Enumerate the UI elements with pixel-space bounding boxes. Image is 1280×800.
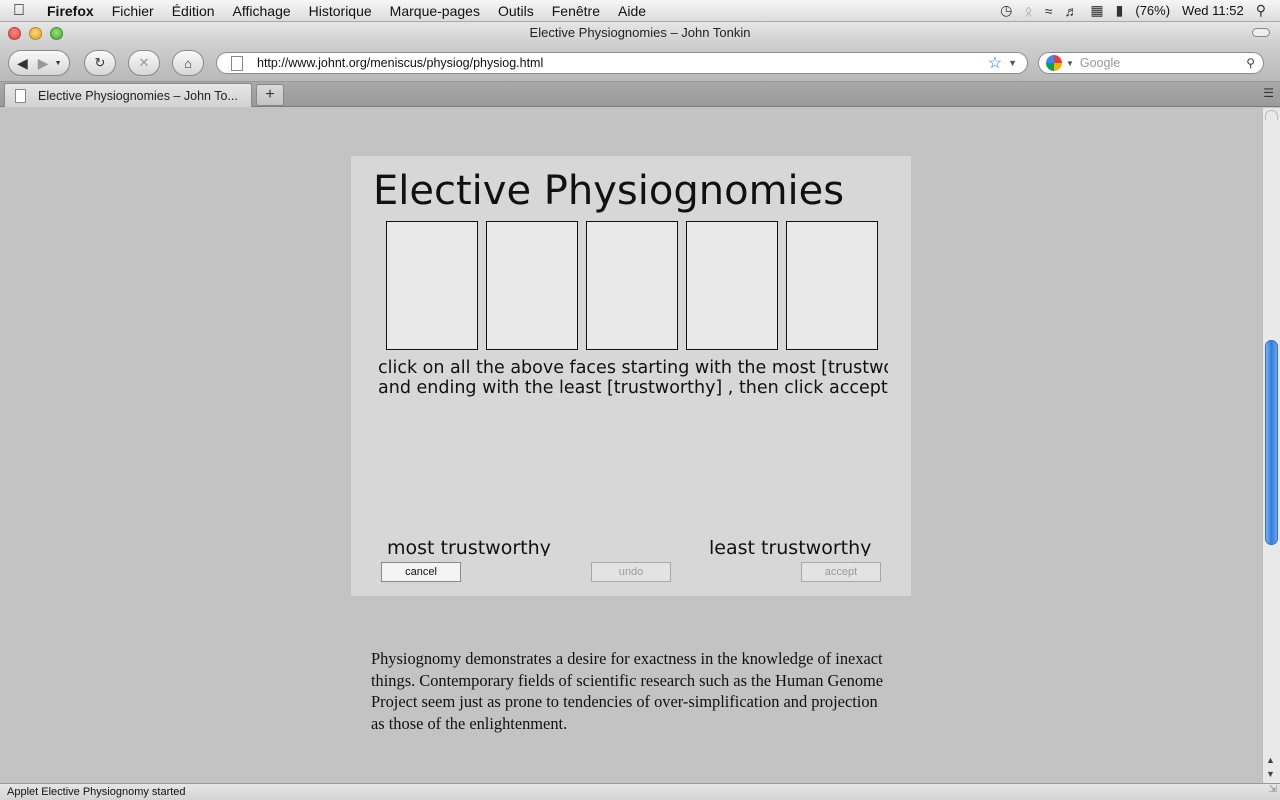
applet-title: Elective Physiognomies: [373, 168, 845, 214]
menu-fichier[interactable]: Fichier: [103, 3, 163, 19]
history-dropdown-icon[interactable]: ▼: [55, 60, 62, 67]
scroll-down-arrow-icon[interactable]: ▼: [1266, 769, 1275, 779]
back-forward-buttons: ◀ ▶ ▼: [8, 50, 70, 76]
java-applet: Elective Physiognomies click on all the …: [351, 156, 911, 596]
search-input[interactable]: Google: [1080, 56, 1246, 70]
volume-icon[interactable]: ♬: [1064, 3, 1078, 19]
instructions-line-2: and ending with the least [trustworthy] …: [378, 378, 888, 398]
scroll-up-arrow-icon[interactable]: ▲: [1266, 755, 1275, 765]
tab-page-icon: [15, 88, 26, 103]
page-icon: [231, 55, 243, 71]
apple-menu-icon[interactable]: : [0, 2, 38, 20]
menu-bar:  Firefox Fichier Édition Affichage Hist…: [0, 0, 1280, 22]
time-machine-icon[interactable]: ◷: [1000, 2, 1012, 19]
cancel-button[interactable]: cancel: [381, 562, 461, 582]
window-minimize-button[interactable]: [29, 27, 42, 40]
search-icon[interactable]: ⚲: [1246, 56, 1255, 70]
home-button[interactable]: ⌂: [172, 50, 204, 76]
stop-button[interactable]: ✕: [128, 50, 160, 76]
menu-aide[interactable]: Aide: [609, 3, 655, 19]
plus-icon: +: [265, 86, 275, 103]
forward-arrow-icon[interactable]: ▶: [38, 55, 49, 72]
url-text[interactable]: http://www.johnt.org/meniscus/physiog/ph…: [257, 56, 988, 70]
home-icon: ⌂: [184, 55, 192, 71]
url-bar[interactable]: http://www.johnt.org/meniscus/physiog/ph…: [216, 52, 1028, 74]
window-title-bar: Elective Physiognomies – John Tonkin: [0, 22, 1280, 44]
undo-button[interactable]: undo: [591, 562, 671, 582]
bookmark-star-icon[interactable]: ☆: [988, 53, 1002, 73]
label-least-trustworthy: least trustworthy: [709, 537, 872, 556]
face-photo[interactable]: [686, 221, 778, 350]
scrollbar-track-cap: [1265, 110, 1278, 120]
list-all-tabs-icon[interactable]: ☰: [1263, 86, 1274, 100]
accept-button[interactable]: accept: [801, 562, 881, 582]
face-photo[interactable]: [386, 221, 478, 350]
status-text: Applet Elective Physiognomy started: [7, 786, 186, 798]
window-close-button[interactable]: [8, 27, 21, 40]
spotlight-search-icon[interactable]: ⚲: [1256, 2, 1266, 19]
window-title: Elective Physiognomies – John Tonkin: [529, 25, 751, 40]
label-most-trustworthy: most trustworthy: [387, 537, 551, 556]
menu-outils[interactable]: Outils: [489, 3, 543, 19]
tab-label: Elective Physiognomies – John To...: [38, 88, 238, 103]
page-content: Elective Physiognomies click on all the …: [0, 108, 1262, 783]
back-arrow-icon[interactable]: ◀: [17, 55, 28, 72]
face-photo[interactable]: [486, 221, 578, 350]
bluetooth-icon[interactable]: ᛟ: [1024, 3, 1032, 19]
menu-affichage[interactable]: Affichage: [224, 3, 300, 19]
faces-row: [386, 221, 878, 350]
status-bar: Applet Elective Physiognomy started ⇲: [0, 783, 1280, 800]
url-dropdown-icon[interactable]: ▼: [1008, 58, 1017, 68]
menu-app-firefox[interactable]: Firefox: [38, 3, 103, 19]
instructions: click on all the above faces starting wi…: [378, 358, 888, 398]
reload-button[interactable]: ↻: [84, 50, 116, 76]
new-tab-button[interactable]: +: [256, 84, 284, 106]
instructions-line-1: click on all the above faces starting wi…: [378, 358, 888, 378]
description-paragraph: Physiognomy demonstrates a desire for ex…: [371, 649, 884, 733]
google-engine-icon[interactable]: [1046, 55, 1062, 71]
menu-historique[interactable]: Historique: [300, 3, 381, 19]
menu-fenetre[interactable]: Fenêtre: [543, 3, 609, 19]
face-photo[interactable]: [786, 221, 878, 350]
menu-marque-pages[interactable]: Marque-pages: [381, 3, 489, 19]
window-zoom-button[interactable]: [50, 27, 63, 40]
tab-bar: Elective Physiognomies – John To... + ☰: [0, 82, 1280, 107]
stop-icon: ✕: [138, 55, 150, 70]
face-photo[interactable]: [586, 221, 678, 350]
wifi-icon[interactable]: ≈: [1045, 3, 1053, 19]
tab-elective-physiognomies[interactable]: Elective Physiognomies – John To...: [4, 83, 252, 107]
toolbar-toggle-button[interactable]: [1252, 28, 1270, 37]
vertical-scrollbar[interactable]: ▲ ▼: [1262, 108, 1280, 783]
input-menu-icon[interactable]: ▦: [1090, 2, 1103, 19]
reload-icon: ↻: [94, 55, 106, 70]
search-engine-dropdown-icon[interactable]: ▼: [1066, 59, 1074, 68]
resize-grip-icon[interactable]: ⇲: [1269, 782, 1277, 798]
menu-edition[interactable]: Édition: [163, 3, 224, 19]
navigation-toolbar: ◀ ▶ ▼ ↻ ✕ ⌂ http://www.johnt.org/meniscu…: [0, 44, 1280, 82]
battery-icon[interactable]: ▮: [1116, 2, 1124, 19]
menubar-clock[interactable]: Wed 11:52: [1182, 3, 1244, 18]
scrollbar-thumb[interactable]: [1265, 340, 1278, 545]
search-bar[interactable]: ▼ Google ⚲: [1038, 52, 1264, 74]
battery-percent: (76%): [1135, 3, 1171, 18]
